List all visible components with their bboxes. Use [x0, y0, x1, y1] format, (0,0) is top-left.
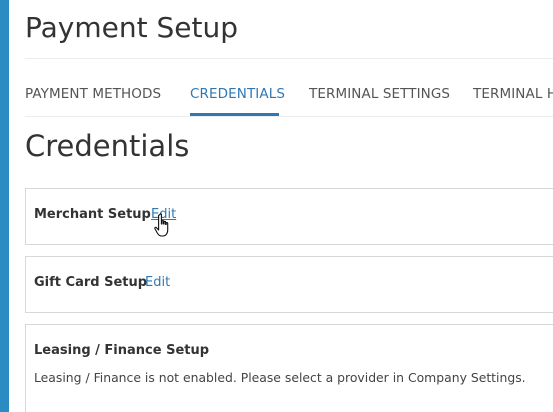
- leasing-finance-setup-panel: Leasing / Finance Setup Leasing / Financ…: [25, 324, 553, 412]
- title-divider: [25, 58, 553, 59]
- tab-bar: PAYMENT METHODS CREDENTIALS TERMINAL SET…: [25, 60, 553, 117]
- tab-payment-methods[interactable]: PAYMENT METHODS: [25, 86, 161, 102]
- page-title: Payment Setup: [25, 11, 238, 44]
- gift-card-setup-panel: Gift Card Setup Edit: [25, 256, 553, 313]
- hand-pointer-icon: [154, 213, 169, 237]
- left-accent-bar: [0, 0, 9, 412]
- tab-terminal-history[interactable]: TERMINAL H: [473, 86, 553, 102]
- gift-card-setup-edit-link[interactable]: Edit: [145, 275, 170, 290]
- leasing-finance-setup-title: Leasing / Finance Setup: [34, 343, 210, 358]
- tab-credentials[interactable]: CREDENTIALS: [190, 86, 285, 102]
- leasing-finance-message: Leasing / Finance is not enabled. Please…: [34, 370, 526, 385]
- merchant-setup-title: Merchant Setup: [34, 207, 151, 222]
- tab-terminal-settings[interactable]: TERMINAL SETTINGS: [309, 86, 450, 102]
- section-heading: Credentials: [25, 129, 190, 163]
- active-tab-indicator: [190, 113, 279, 116]
- gift-card-setup-title: Gift Card Setup: [34, 275, 148, 290]
- merchant-setup-panel: Merchant Setup Edit: [25, 188, 553, 245]
- payment-setup-page: Payment Setup PAYMENT METHODS CREDENTIAL…: [9, 0, 553, 412]
